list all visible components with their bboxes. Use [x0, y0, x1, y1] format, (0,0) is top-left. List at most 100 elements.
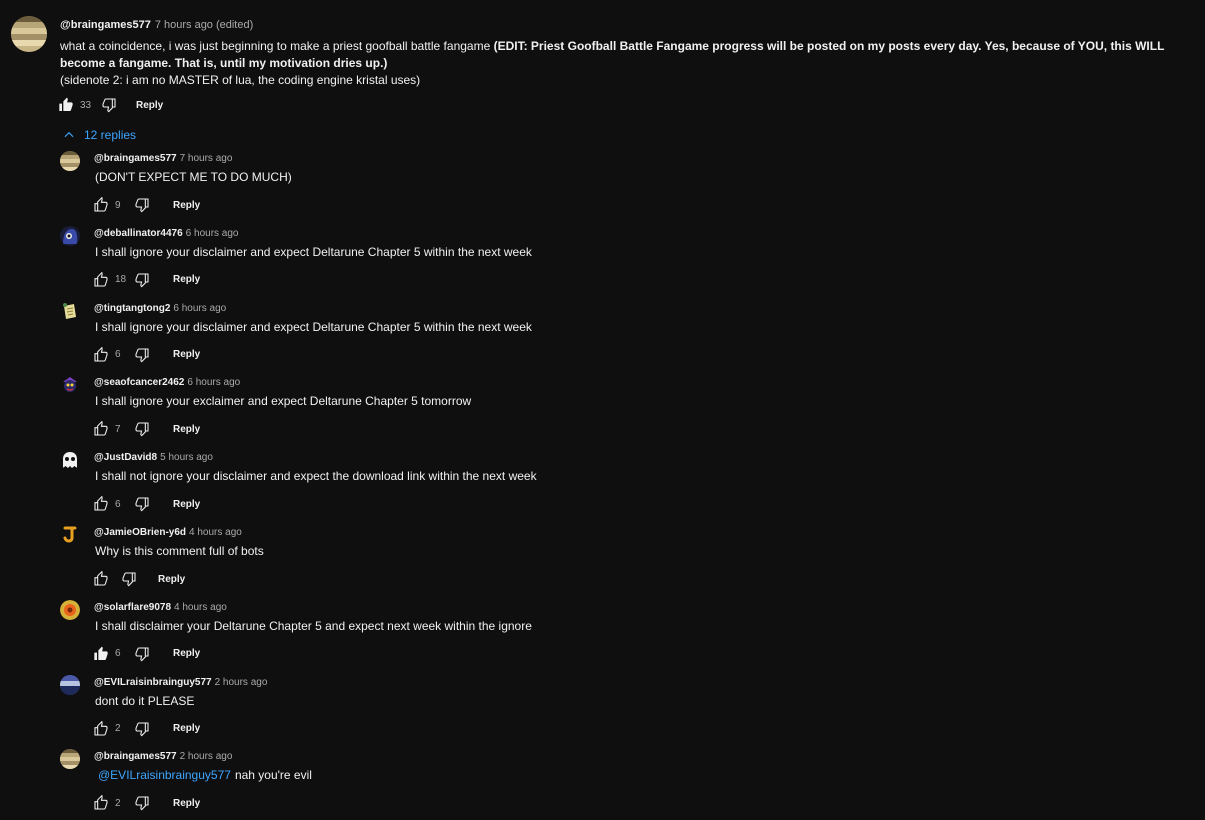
thumbs-up-icon	[94, 496, 108, 511]
reply-author[interactable]: @tingtangtong2	[94, 303, 170, 314]
reply-button[interactable]: Reply	[173, 723, 200, 734]
reply-button[interactable]: Reply	[173, 648, 200, 659]
reply-button[interactable]: Reply	[173, 798, 200, 809]
thumbs-down-icon	[135, 273, 149, 288]
thumbs-up-icon	[94, 720, 108, 736]
reply-actions: 6 Reply	[92, 346, 200, 364]
reply-actions: 6 Reply	[92, 495, 200, 513]
like-count: 9	[115, 199, 121, 211]
reply-author[interactable]: @braingames577	[94, 153, 177, 164]
reply-time[interactable]: 5 hours ago	[160, 452, 213, 463]
reply-text: I shall disclaimer your Deltarune Chapte…	[95, 618, 532, 633]
reply-header: @seaofcancer2462 6 hours ago	[94, 376, 240, 389]
like-button[interactable]	[92, 271, 110, 289]
reply-header: @JamieOBrien-y6d 4 hours ago	[94, 526, 242, 539]
like-count: 2	[115, 723, 121, 735]
like-button[interactable]	[92, 570, 110, 588]
avatar[interactable]	[60, 300, 80, 321]
thumbs-up-icon	[94, 271, 108, 287]
thumbs-down-icon	[135, 722, 149, 736]
reply-author[interactable]: @solarflare9078	[94, 602, 171, 613]
dislike-button[interactable]	[133, 346, 151, 364]
reply-author[interactable]: @JamieOBrien-y6d	[94, 527, 186, 538]
thumbs-up-icon	[59, 97, 73, 111]
thumbs-down-icon	[135, 497, 149, 512]
reply-text: (DON'T EXPECT ME TO DO MUCH)	[95, 170, 292, 184]
reply-author[interactable]: @braingames577	[94, 751, 177, 762]
reply-text: Why is this comment full of bots	[95, 544, 264, 558]
reply-author[interactable]: @seaofcancer2462	[94, 377, 184, 388]
reply-time[interactable]: 7 hours ago	[180, 153, 233, 164]
comment-time[interactable]: 7 hours ago	[155, 19, 213, 31]
reply-body: @EVILraisinbrainguy577 nah you're evil	[95, 768, 312, 783]
dislike-button[interactable]	[133, 645, 151, 663]
like-button[interactable]	[57, 96, 75, 114]
reply-button[interactable]: Reply	[173, 349, 200, 360]
reply-button[interactable]: Reply	[173, 499, 200, 510]
dislike-button[interactable]	[133, 420, 151, 438]
dislike-button[interactable]	[100, 96, 118, 114]
reply-button[interactable]: Reply	[136, 100, 163, 111]
avatar[interactable]	[60, 151, 80, 171]
avatar[interactable]	[60, 674, 80, 695]
like-button[interactable]	[92, 495, 110, 513]
reply-item: @deballinator4476 6 hours ago I shall igno…	[0, 225, 1205, 301]
reply-header: @tingtangtong2 6 hours ago	[94, 302, 226, 315]
like-button[interactable]	[92, 196, 110, 214]
reply-time[interactable]: 4 hours ago	[189, 527, 242, 538]
like-button[interactable]	[92, 645, 110, 663]
like-button[interactable]	[92, 720, 110, 738]
reply-body: I shall ignore your disclaimer and expec…	[95, 320, 532, 335]
reply-button[interactable]: Reply	[173, 200, 200, 211]
reply-author[interactable]: @JustDavid8	[94, 452, 157, 463]
dislike-button[interactable]	[133, 196, 151, 214]
avatar[interactable]	[60, 450, 80, 471]
reply-time[interactable]: 4 hours ago	[174, 602, 227, 613]
dislike-button[interactable]	[133, 794, 151, 812]
like-count: 6	[115, 648, 121, 660]
like-count: 6	[115, 498, 121, 510]
dislike-button[interactable]	[133, 271, 151, 289]
reply-body: I shall ignore your exclaimer and expect…	[95, 394, 471, 409]
replies-toggle-button[interactable]: 12 replies	[62, 128, 136, 142]
reply-item: @tingtangtong2 6 hours ago I shall ignore …	[0, 300, 1205, 376]
avatar[interactable]	[60, 375, 80, 396]
reply-item: @JamieOBrien-y6d 4 hours ago Why is this c…	[0, 525, 1205, 600]
avatar[interactable]	[60, 599, 80, 620]
reply-actions: 2 Reply	[92, 720, 200, 738]
thumbs-up-icon	[94, 197, 108, 212]
dislike-button[interactable]	[133, 720, 151, 738]
reply-time[interactable]: 6 hours ago	[173, 303, 226, 314]
like-count: 33	[80, 99, 92, 111]
reply-button[interactable]: Reply	[158, 574, 185, 585]
reply-button[interactable]: Reply	[173, 424, 200, 435]
mention-link[interactable]: @EVILraisinbrainguy577	[98, 768, 231, 782]
thumbs-up-icon	[94, 646, 108, 660]
reply-author[interactable]: @deballinator4476	[94, 228, 183, 239]
comment-text: what a coincidence, i was just beginning…	[60, 39, 494, 53]
thumbs-down-icon	[135, 348, 149, 362]
dislike-button[interactable]	[120, 570, 138, 588]
avatar[interactable]	[11, 16, 47, 52]
like-button[interactable]	[92, 794, 110, 812]
edited-label: (edited)	[215, 19, 254, 31]
comment-header: @braingames577 7 hours ago (edited)	[60, 19, 253, 32]
reply-actions: 18 Reply	[92, 271, 200, 289]
reply-button[interactable]: Reply	[173, 274, 200, 285]
reply-time[interactable]: 2 hours ago	[215, 677, 268, 688]
reply-time[interactable]: 2 hours ago	[180, 751, 233, 762]
reply-author[interactable]: @EVILraisinbrainguy577	[94, 677, 212, 688]
comment-author[interactable]: @braingames577	[60, 19, 151, 31]
replies-count-label: 12 replies	[84, 128, 137, 142]
avatar[interactable]	[60, 749, 80, 770]
comments-section: @braingames577 7 hours ago (edited) what a…	[0, 0, 1205, 820]
reply-time[interactable]: 6 hours ago	[187, 377, 240, 388]
like-count: 7	[115, 423, 121, 435]
avatar[interactable]	[60, 525, 80, 545]
like-count: 2	[115, 797, 121, 809]
like-button[interactable]	[92, 346, 110, 364]
avatar[interactable]	[60, 225, 80, 246]
dislike-button[interactable]	[133, 495, 151, 513]
like-button[interactable]	[92, 420, 110, 438]
reply-time[interactable]: 6 hours ago	[186, 228, 239, 239]
